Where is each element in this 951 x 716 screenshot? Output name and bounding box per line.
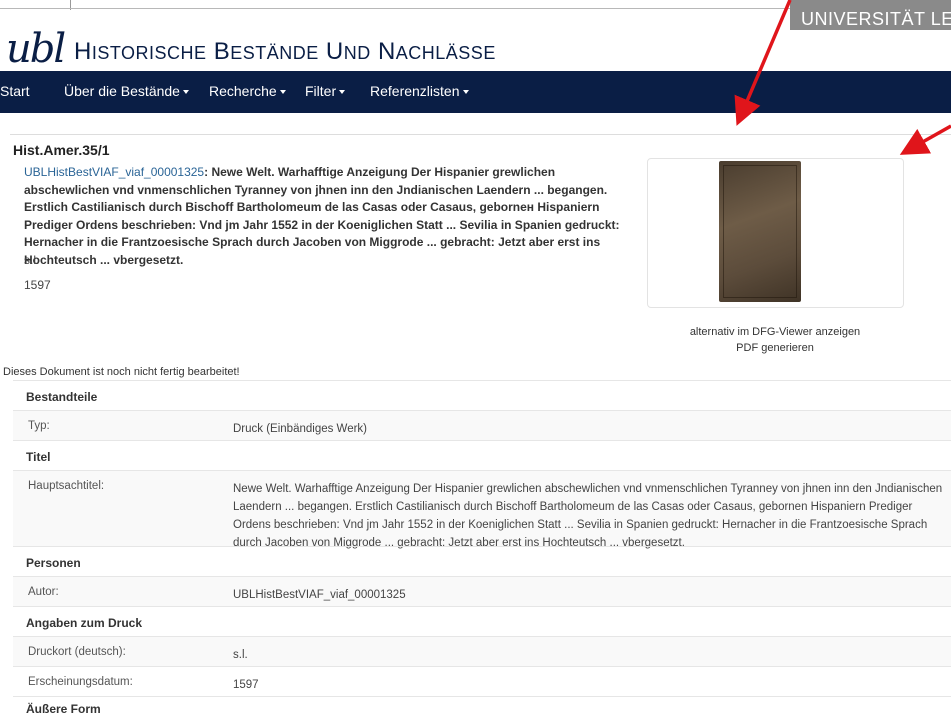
table-row: Erscheinungsdatum: 1597 bbox=[13, 666, 951, 696]
record-title: : Newe Welt. Warhafftige Anzeigung Der H… bbox=[24, 165, 620, 267]
row-value: 1597 bbox=[233, 679, 259, 691]
section-label: Personen bbox=[26, 556, 81, 570]
section-druck: Angaben zum Druck bbox=[13, 606, 951, 636]
nav-label: Filter bbox=[305, 83, 337, 99]
section-label: Äußere Form bbox=[26, 702, 101, 716]
author-link[interactable]: UBLHistBestVIAF_viaf_00001325 bbox=[24, 165, 204, 179]
row-value: Druck (Einbändiges Werk) bbox=[233, 423, 368, 435]
table-row: Hauptsachtitel: Newe Welt. Warhafftige A… bbox=[13, 470, 951, 549]
row-label: Autor: bbox=[28, 586, 59, 598]
pdf-generate-link[interactable]: PDF generieren bbox=[646, 342, 904, 354]
caret-down-icon bbox=[279, 90, 286, 95]
dfg-viewer-link[interactable]: alternativ im DFG-Viewer anzeigen bbox=[646, 326, 904, 338]
row-value: Newe Welt. Warhafftige Anzeigung Der His… bbox=[233, 483, 943, 549]
nav-ueber-die-bestaende[interactable]: Über die Bestände bbox=[64, 83, 189, 99]
shelfmark-heading: Hist.Amer.35/1 bbox=[13, 142, 110, 158]
record-description: UBLHistBestVIAF_viaf_00001325: Newe Welt… bbox=[24, 164, 636, 269]
row-value: s.l. bbox=[233, 649, 248, 661]
section-aeussere-form: Äußere Form bbox=[13, 696, 951, 716]
nav-label: Referenzlisten bbox=[370, 83, 460, 99]
record-year: 1597 bbox=[24, 278, 51, 292]
nav-referenzlisten[interactable]: Referenzlisten bbox=[370, 83, 469, 99]
nav-start[interactable]: Start bbox=[0, 83, 30, 99]
section-label: Angaben zum Druck bbox=[26, 616, 143, 630]
caret-down-icon bbox=[182, 90, 189, 95]
section-label: Bestandteile bbox=[26, 390, 98, 404]
nav-recherche[interactable]: Recherche bbox=[209, 83, 286, 99]
annotation-arrow-thumbnail bbox=[899, 124, 951, 155]
site-title[interactable]: HISTORISCHE BESTÄNDE UND NACHLÄSSE bbox=[74, 38, 496, 66]
nav-label: Über die Bestände bbox=[64, 83, 180, 99]
author-value-link[interactable]: UBLHistBestVIAF_viaf_00001325 bbox=[233, 586, 949, 604]
section-titel: Titel bbox=[13, 440, 951, 470]
table-row: Autor: UBLHistBestVIAF_viaf_00001325 bbox=[13, 576, 951, 606]
row-label: Typ: bbox=[28, 420, 50, 432]
record-place: s.l. bbox=[24, 253, 40, 267]
nav-filter[interactable]: Filter bbox=[305, 83, 346, 99]
row-label: Erscheinungsdatum: bbox=[28, 676, 133, 688]
section-personen: Personen bbox=[13, 546, 951, 576]
row-label: Hauptsachtitel: bbox=[28, 480, 105, 492]
section-label: Titel bbox=[26, 450, 51, 464]
ubl-logo[interactable]: ubl bbox=[6, 26, 66, 72]
content-divider bbox=[10, 134, 951, 135]
table-row: Typ: Druck (Einbändiges Werk) bbox=[13, 410, 951, 440]
main-navbar: Start Über die Bestände Recherche Filter… bbox=[0, 71, 951, 113]
university-badge[interactable]: UNIVERSITÄT LEIPZIG bbox=[790, 0, 951, 30]
row-label: Druckort (deutsch): bbox=[28, 646, 126, 658]
caret-down-icon bbox=[339, 90, 346, 95]
status-notice: Dieses Dokument ist noch nicht fertig be… bbox=[3, 366, 240, 378]
site-title-text: HISTORISCHE BESTÄNDE UND NACHLÄSSE bbox=[74, 38, 496, 65]
caret-down-icon bbox=[462, 90, 469, 95]
book-cover-thumbnail[interactable] bbox=[719, 161, 801, 302]
nav-label: Recherche bbox=[209, 83, 277, 99]
table-row: Druckort (deutsch): s.l. bbox=[13, 636, 951, 666]
section-bestandteile: Bestandteile bbox=[13, 380, 951, 410]
